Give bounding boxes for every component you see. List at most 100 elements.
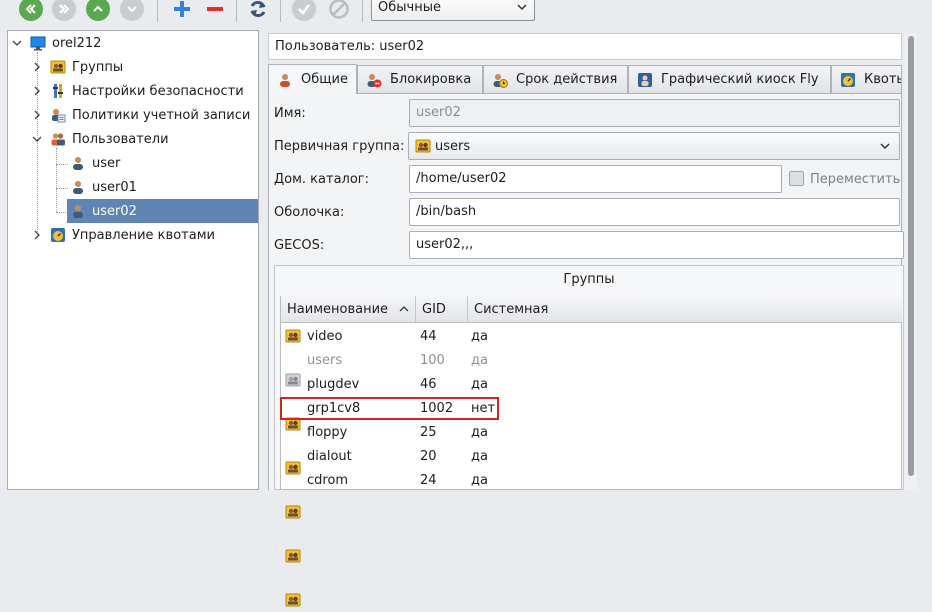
- up-icon[interactable]: [86, 0, 110, 21]
- group-gid: 20: [420, 449, 437, 464]
- collapse-icon[interactable]: [12, 38, 22, 48]
- tab-lock[interactable]: Блокировка: [357, 65, 483, 93]
- tree-line: [56, 164, 68, 165]
- quota-icon: [50, 227, 66, 243]
- back-icon[interactable]: [52, 0, 76, 21]
- toolbar-separator: [362, 0, 363, 22]
- group-icon: [285, 328, 301, 344]
- tree-node-security-settings[interactable]: Настройки безопасности: [32, 79, 244, 103]
- primary-group-label: Первичная группа:: [274, 139, 405, 154]
- group-gid: 44: [420, 329, 437, 344]
- user-icon: [70, 179, 86, 195]
- tree-node-user[interactable]: user: [70, 151, 120, 175]
- down-icon[interactable]: [120, 0, 144, 21]
- group-name: dialout: [307, 449, 352, 464]
- tab-expiry[interactable]: Срок действия: [483, 65, 628, 93]
- tab-fly-kiosk[interactable]: Графический киоск Fly: [628, 65, 831, 93]
- chevron-down-icon: [880, 143, 890, 150]
- tree-item-label: user02: [92, 203, 137, 219]
- add-icon[interactable]: [170, 0, 194, 21]
- column-header-gid[interactable]: GID: [416, 296, 468, 323]
- group-icon: [285, 548, 301, 564]
- expand-icon[interactable]: [32, 62, 42, 72]
- tree-item-label: Настройки безопасности: [72, 83, 244, 99]
- tree-node-user01[interactable]: user01: [70, 175, 137, 199]
- groups-table: [280, 296, 902, 490]
- primary-group-select[interactable]: users: [408, 132, 900, 160]
- scrollbar-thumb[interactable]: [908, 36, 914, 476]
- group-gid: 25: [420, 425, 437, 440]
- highlight-frame: [280, 397, 499, 420]
- toolbar-separator: [157, 0, 158, 22]
- gecos-field[interactable]: user02,,,: [409, 231, 904, 259]
- group-system: да: [471, 425, 488, 440]
- group-name: plugdev: [307, 377, 360, 392]
- tree-line: [56, 188, 68, 189]
- tab-label: Графический киоск Fly: [661, 72, 819, 87]
- remove-icon[interactable]: [203, 0, 227, 21]
- expand-icon[interactable]: [32, 86, 42, 96]
- tab-label: Блокировка: [390, 72, 472, 87]
- group-system: да: [471, 377, 488, 392]
- expand-icon[interactable]: [32, 230, 42, 240]
- user-icon: [70, 155, 86, 171]
- kiosk-icon: [637, 72, 653, 88]
- tree-node-user02[interactable]: user02: [67, 199, 258, 223]
- tab-general[interactable]: Общие: [268, 64, 357, 94]
- tab-label: Квоты: [864, 72, 901, 87]
- tree-item-label: Политики учетной записи: [72, 107, 251, 123]
- apply-icon[interactable]: [292, 0, 316, 21]
- group-icon: [285, 592, 301, 608]
- group-system: да: [471, 449, 488, 464]
- account-policy-icon: [50, 107, 66, 123]
- move-home-checkbox[interactable]: [789, 171, 804, 186]
- first-icon[interactable]: [19, 0, 43, 21]
- collapse-icon[interactable]: [32, 134, 42, 144]
- tree-node-groups[interactable]: Группы: [32, 55, 123, 79]
- primary-group-value: users: [435, 138, 471, 154]
- column-header-label: GID: [422, 302, 446, 317]
- column-header-system[interactable]: Системная: [468, 296, 902, 323]
- chevron-down-icon: [517, 4, 527, 11]
- user-title: Пользователь: user02: [275, 39, 425, 54]
- computer-icon: [30, 35, 46, 51]
- tree-node-users[interactable]: Пользователи: [32, 127, 169, 151]
- group-system: да: [471, 329, 488, 344]
- user-icon: [70, 203, 86, 219]
- group-icon: [50, 59, 66, 75]
- tree-item-label: Группы: [72, 59, 124, 75]
- tab-quotas[interactable]: Квоты: [831, 65, 902, 93]
- toolbar-separator: [280, 0, 281, 22]
- tree-node-orel212[interactable]: orel212: [12, 31, 101, 55]
- group-name: cdrom: [307, 473, 349, 488]
- shell-label: Оболочка:: [274, 205, 345, 220]
- home-dir-field[interactable]: /home/user02: [409, 165, 782, 193]
- home-dir-label: Дом. каталог:: [274, 172, 370, 187]
- refresh-icon[interactable]: [246, 0, 270, 21]
- name-field[interactable]: user02: [409, 99, 900, 127]
- column-header-label: Наименование: [287, 302, 389, 317]
- group-system: да: [471, 473, 488, 488]
- users-icon: [50, 131, 66, 147]
- tree-node-account-policy[interactable]: Политики учетной записи: [32, 103, 250, 127]
- tab-label: Срок действия: [516, 72, 618, 87]
- shell-field[interactable]: /bin/bash: [409, 198, 900, 226]
- tree-item-label: Управление квотами: [72, 227, 215, 243]
- name-label: Имя:: [274, 106, 306, 121]
- quota-icon: [840, 72, 856, 88]
- column-header-name[interactable]: Наименование: [281, 296, 416, 323]
- view-mode-select[interactable]: Обычные: [371, 0, 535, 21]
- tree-node-quota-management[interactable]: Управление квотами: [32, 223, 215, 247]
- toolbar-separator: [236, 0, 237, 22]
- column-header-label: Системная: [474, 302, 549, 317]
- cancel-icon[interactable]: [327, 0, 351, 21]
- groups-title: Группы: [563, 272, 615, 287]
- group-gid: 24: [420, 473, 437, 488]
- group-icon: [285, 504, 301, 520]
- group-name: users: [307, 353, 343, 368]
- group-icon: [285, 460, 301, 476]
- expand-icon[interactable]: [32, 110, 42, 120]
- move-home-label: Переместить: [810, 172, 901, 187]
- security-settings-icon: [50, 83, 66, 99]
- group-system: да: [471, 353, 488, 368]
